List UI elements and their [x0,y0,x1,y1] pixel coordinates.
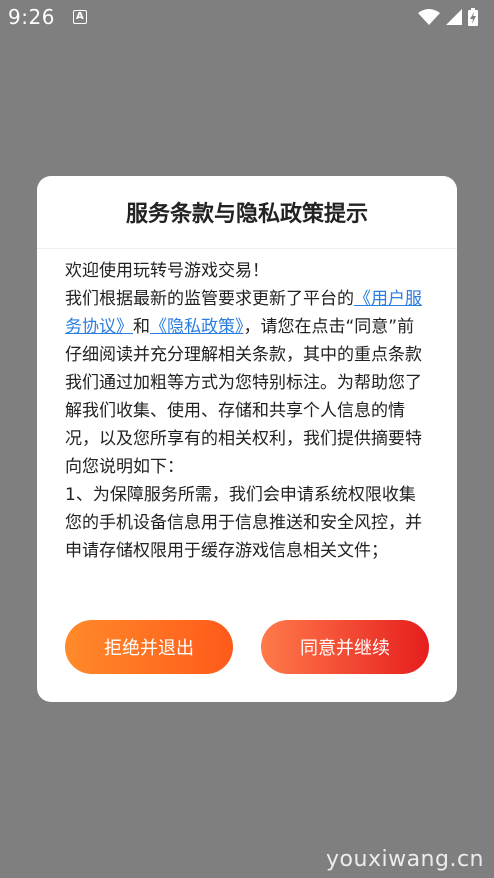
status-left: 9:26 A [8,5,87,29]
status-time: 9:26 [8,5,55,29]
privacy-policy-link[interactable]: 《隐私政策》 [150,317,244,337]
status-bar: 9:26 A [0,0,494,34]
watermark: youxiwang.cn [326,847,484,872]
policy-paragraph: 我们根据最新的监管要求更新了平台的《用户服务协议》和《隐私政策》，请您在点击“同… [65,285,431,481]
a-box-icon: A [72,10,87,24]
dialog-body: 欢迎使用玩转号游戏交易！ 我们根据最新的监管要求更新了平台的《用户服务协议》和《… [65,257,431,565]
status-right [418,8,478,26]
policy-suffix: ，请您在点击“同意”前仔细阅读并充分理解相关条款，其中的重点条款我们通过加粗等方… [65,317,422,477]
title-divider [37,248,457,249]
dialog-title: 服务条款与隐私政策提示 [125,202,368,227]
welcome-line: 欢迎使用玩转号游戏交易！ [65,261,269,281]
and-text: 和 [133,317,150,337]
refuse-exit-button[interactable]: 拒绝并退出 [65,620,233,674]
permission-paragraph: 1、为保障服务所需，我们会申请系统权限收集您的手机设备信息用于信息推送和安全风控… [65,485,422,561]
policy-prefix: 我们根据最新的监管要求更新了平台的 [65,289,354,309]
signal-icon [446,9,462,25]
battery-charging-icon [468,8,478,26]
wifi-icon [418,9,440,25]
privacy-dialog: 服务条款与隐私政策提示 欢迎使用玩转号游戏交易！ 我们根据最新的监管要求更新了平… [37,176,457,702]
agree-continue-button[interactable]: 同意并继续 [261,620,429,674]
